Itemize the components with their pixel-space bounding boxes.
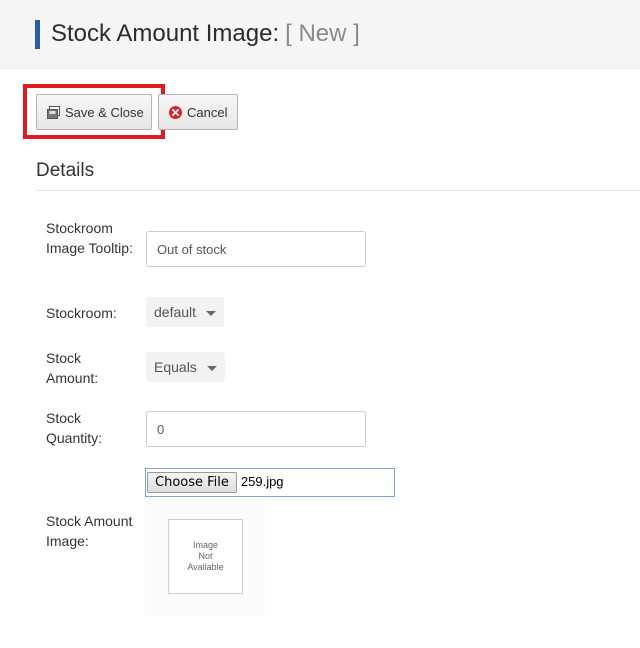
cancel-icon [169,105,182,119]
stockroom-label: Stockroom: [46,305,117,321]
placeholder-line-3: Available [187,562,224,572]
stock-amount-select-value: Equals [154,359,197,375]
stockroom-select-value: default [154,304,197,320]
stock-quantity-value: 0 [157,421,165,437]
file-input[interactable]: Choose File 259.jpg [145,468,395,497]
tooltip-input[interactable]: Out of stock [146,231,366,267]
image-not-available-placeholder: Image Not Available [168,519,243,594]
header-accent-bar [35,20,40,49]
placeholder-line-2: Not [198,551,213,561]
stock-amount-label: Stock Amount: [46,350,99,386]
page-title-text: Stock Amount Image: [51,20,280,47]
details-section-title: Details [36,160,95,181]
cancel-button[interactable]: Cancel [158,94,238,130]
section-divider [36,190,640,191]
page-title: Stock Amount Image:[ New ] [51,18,360,50]
stock-amount-select[interactable]: Equals [146,352,225,382]
chevron-down-icon [206,365,217,371]
page-header: Stock Amount Image:[ New ] [0,0,640,69]
selected-file-name: 259.jpg [240,473,284,489]
tooltip-label: Stockroom Image Tooltip: [46,220,133,256]
cancel-label: Cancel [187,104,228,120]
placeholder-line-1: Image [192,540,218,550]
chevron-down-icon [206,310,217,316]
tooltip-input-value: Out of stock [157,241,227,257]
save-icon [47,105,60,119]
save-close-button[interactable]: Save & Close [36,94,152,130]
stock-quantity-input[interactable]: 0 [146,411,366,447]
choose-file-button[interactable]: Choose File [147,472,237,493]
stockroom-select[interactable]: default [146,297,225,327]
page-title-status: [ New ] [285,20,360,47]
save-close-label: Save & Close [65,104,144,120]
stock-quantity-label: Stock Quantity: [46,410,103,446]
stock-amount-image-label: Stock Amount Image: [46,513,133,549]
